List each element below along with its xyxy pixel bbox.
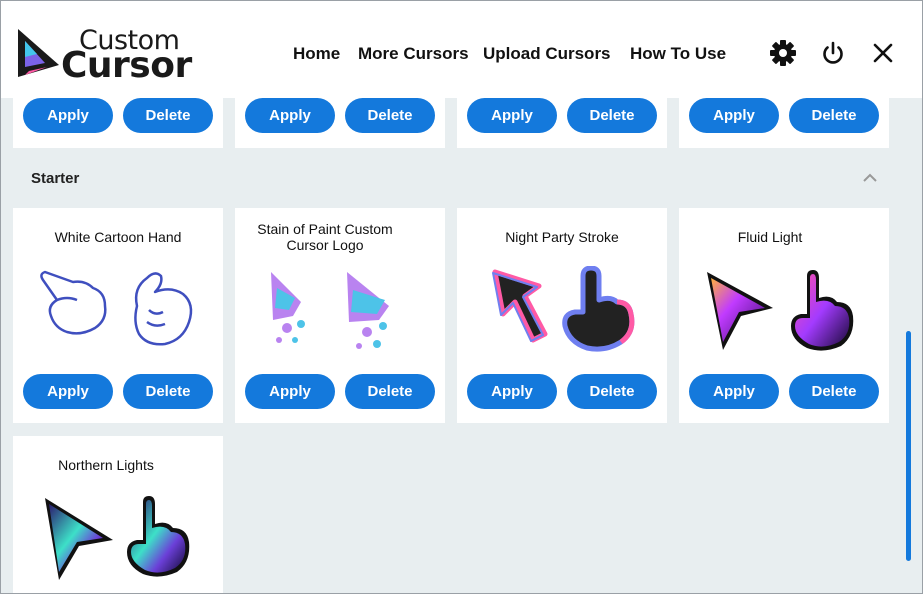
- apply-button[interactable]: Apply: [689, 374, 779, 409]
- section-title: Starter: [31, 170, 80, 187]
- apply-button[interactable]: Apply: [23, 98, 113, 133]
- nav-more-cursors[interactable]: More Cursors: [358, 44, 469, 64]
- delete-button[interactable]: Delete: [345, 374, 435, 409]
- logo[interactable]: Custom Cursor: [15, 25, 192, 86]
- close-icon[interactable]: [869, 39, 897, 67]
- cursor-card-fluid-light: Fluid Light Apply Delete: [679, 208, 889, 423]
- delete-button[interactable]: Delete: [123, 98, 213, 133]
- cursor-card: Apply Delete: [235, 98, 445, 148]
- cursor-card: Apply Delete: [13, 98, 223, 148]
- cursor-card: Apply Delete: [679, 98, 889, 148]
- delete-button[interactable]: Delete: [123, 374, 213, 409]
- delete-button[interactable]: Delete: [567, 374, 657, 409]
- cursor-preview-image: [492, 266, 635, 352]
- apply-button[interactable]: Apply: [245, 374, 335, 409]
- apply-button[interactable]: Apply: [689, 98, 779, 133]
- delete-button[interactable]: Delete: [345, 98, 435, 133]
- header: Custom Cursor Home More Cursors Upload C…: [1, 1, 922, 98]
- delete-button[interactable]: Delete: [789, 98, 879, 133]
- card-title: White Cartoon Hand: [54, 229, 182, 245]
- nav-upload-cursors[interactable]: Upload Cursors: [483, 44, 611, 64]
- cursor-card-white-cartoon-hand: White Cartoon Hand Apply Delete: [13, 208, 223, 423]
- card-title-line1: Stain of Paint Custom: [257, 221, 393, 237]
- settings-gear-icon[interactable]: [769, 39, 797, 67]
- cursor-card-night-party-stroke: Night Party Stroke Apply Delete: [457, 208, 667, 423]
- logo-text-cursor: Cursor: [61, 45, 192, 86]
- cursor-card: Apply Delete: [457, 98, 667, 148]
- power-icon[interactable]: [819, 39, 847, 67]
- cursor-list[interactable]: Apply Delete Apply Delete Apply Delete A…: [1, 98, 922, 593]
- cursor-preview-image: [271, 272, 389, 349]
- scrollbar-thumb[interactable]: [906, 331, 911, 561]
- logo-arrow-icon: [18, 29, 59, 77]
- cursor-preview-image: [45, 496, 190, 580]
- app-window: Custom Cursor Home More Cursors Upload C…: [0, 0, 923, 594]
- chevron-up-icon[interactable]: [859, 170, 881, 186]
- cursor-preview-image: [40, 270, 193, 346]
- card-title: Northern Lights: [58, 457, 154, 473]
- apply-button[interactable]: Apply: [467, 374, 557, 409]
- apply-button[interactable]: Apply: [23, 374, 113, 409]
- card-title-line2: Cursor Logo: [286, 237, 364, 253]
- delete-button[interactable]: Delete: [567, 98, 657, 133]
- apply-button[interactable]: Apply: [245, 98, 335, 133]
- card-title: Fluid Light: [737, 229, 803, 245]
- cursor-card-stain-of-paint: Stain of Paint Custom Cursor Logo Apply …: [235, 208, 445, 423]
- nav-home[interactable]: Home: [293, 44, 340, 64]
- apply-button[interactable]: Apply: [467, 98, 557, 133]
- card-title: Night Party Stroke: [505, 229, 619, 245]
- cursor-card-northern-lights: Northern Lights: [13, 436, 223, 593]
- cursor-preview-image: [707, 270, 854, 351]
- delete-button[interactable]: Delete: [789, 374, 879, 409]
- nav-how-to-use[interactable]: How To Use: [630, 44, 726, 64]
